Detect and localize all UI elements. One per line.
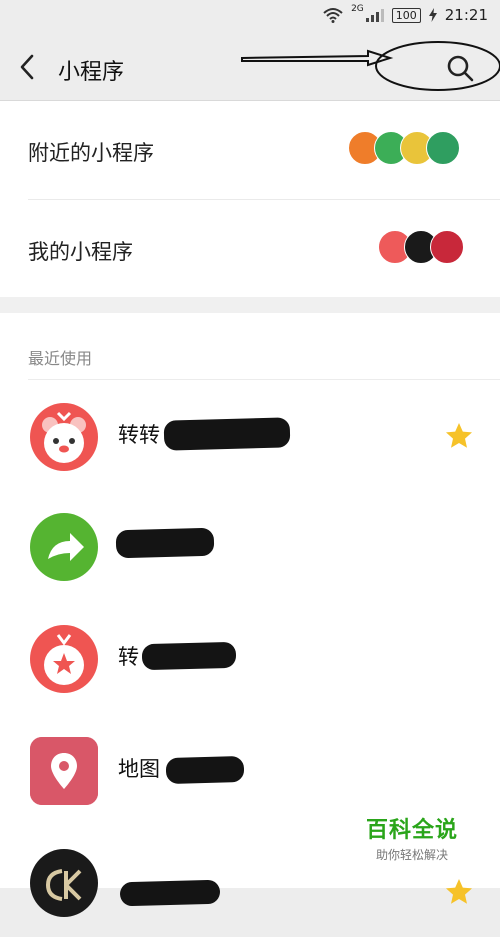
charging-icon xyxy=(428,8,437,22)
nearby-thumbnails xyxy=(348,131,464,167)
my-thumbnails xyxy=(378,230,464,266)
nearby-label: 附近的小程序 xyxy=(28,141,154,165)
redaction-mark xyxy=(165,755,245,785)
section-gap xyxy=(0,297,500,313)
map-pin-icon xyxy=(30,737,98,805)
app-name: 转转 xyxy=(118,423,160,447)
list-item[interactable]: 转 xyxy=(0,605,500,715)
list-item[interactable] xyxy=(0,493,500,603)
watermark: 百科全说 助你轻松解决 xyxy=(362,812,462,863)
star-icon[interactable] xyxy=(444,421,474,451)
recent-list: 最近使用 转转 转 地图 xyxy=(0,313,500,917)
battery-indicator: 100 xyxy=(391,7,421,23)
redaction-mark xyxy=(163,417,291,451)
star-icon[interactable] xyxy=(444,877,474,907)
share-arrow-icon xyxy=(30,513,98,581)
wifi-icon xyxy=(323,8,343,23)
list-item[interactable]: 转转 xyxy=(0,383,500,493)
status-bar: 2G 100 21:21 xyxy=(0,0,500,34)
my-programs-label: 我的小程序 xyxy=(28,240,133,264)
mini-program-entries: 附近的小程序 我的小程序 xyxy=(0,101,500,297)
nav-bar: 小程序 xyxy=(0,34,500,101)
star-bag-icon xyxy=(30,625,98,693)
status-icons: 2G 100 21:21 xyxy=(323,4,488,24)
divider xyxy=(28,379,500,380)
recent-section-title: 最近使用 xyxy=(28,349,93,368)
bear-icon xyxy=(30,403,98,471)
redaction-mark xyxy=(141,641,237,671)
signal-icon xyxy=(365,8,384,22)
thumbnail-pattern-icon xyxy=(426,131,460,165)
thumbnail-red-pattern-icon xyxy=(430,230,464,264)
clock: 21:21 xyxy=(444,6,488,24)
my-mini-programs-row[interactable]: 我的小程序 xyxy=(0,200,500,297)
redaction-mark xyxy=(115,527,215,559)
watermark-subtitle: 助你轻松解决 xyxy=(375,848,448,862)
app-name: 地图 xyxy=(118,757,160,781)
list-item[interactable]: 地图 xyxy=(0,717,500,827)
nearby-mini-programs-row[interactable]: 附近的小程序 xyxy=(0,101,500,200)
ck-logo-icon xyxy=(30,849,98,917)
redaction-mark xyxy=(119,879,221,907)
watermark-title: 百科全说 xyxy=(365,818,458,843)
network-type: 2G xyxy=(351,4,364,14)
hand-drawn-arrow-annotation xyxy=(241,41,500,91)
search-icon[interactable] xyxy=(444,52,476,84)
app-name: 转 xyxy=(118,645,139,669)
